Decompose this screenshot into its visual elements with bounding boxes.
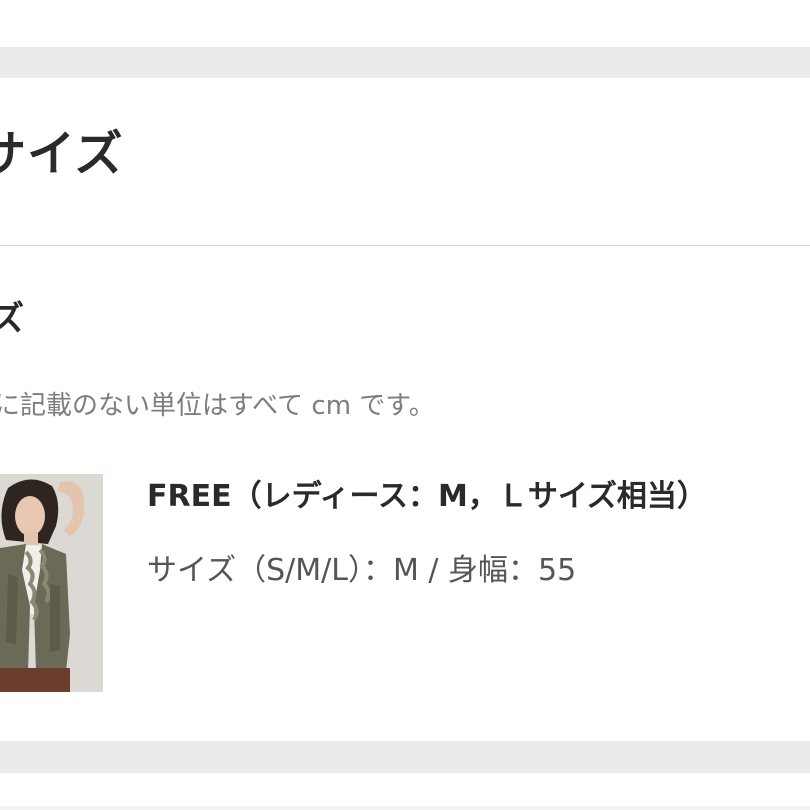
top-separator-band <box>0 47 810 78</box>
section-title: サイズ <box>0 126 124 182</box>
section-divider <box>0 245 810 246</box>
bottom-edge <box>0 806 810 810</box>
model-photo-icon <box>0 474 103 692</box>
size-heading: FREE（レディース：M，Ｌサイズ相当） <box>147 479 707 514</box>
size-page: サイズ ズ に記載のない単位はすべて cm です。 FREE（レディース：M，Ｌ… <box>0 0 810 810</box>
size-subtitle: ズ <box>0 299 24 339</box>
bottom-separator-band <box>0 741 810 773</box>
unit-note: に記載のない単位はすべて cm です。 <box>0 391 435 421</box>
product-image <box>0 474 103 692</box>
size-detail: サイズ（S/M/L）：M / 身幅：55 <box>147 553 577 588</box>
